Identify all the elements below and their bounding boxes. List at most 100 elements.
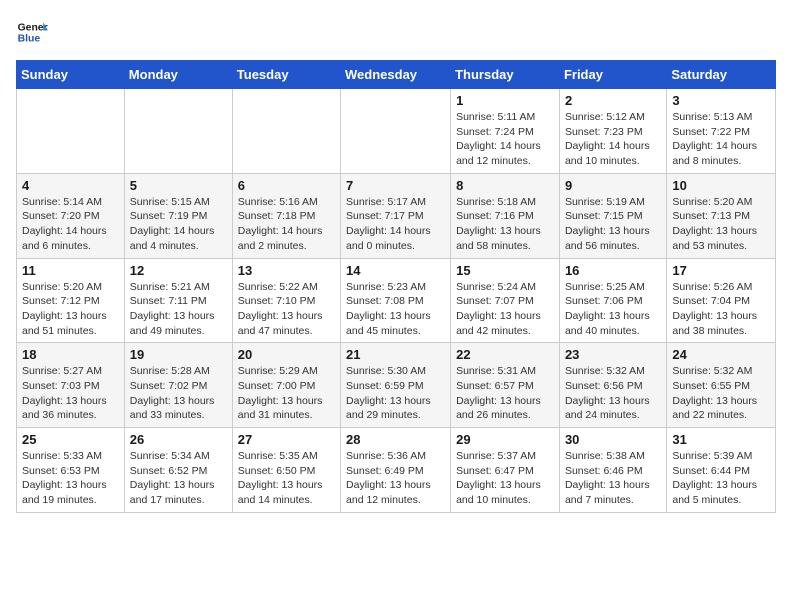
weekday-header-sunday: Sunday xyxy=(17,61,125,89)
day-number: 7 xyxy=(346,178,445,193)
day-info: Sunrise: 5:22 AM Sunset: 7:10 PM Dayligh… xyxy=(238,280,335,339)
day-number: 28 xyxy=(346,432,445,447)
logo-icon: General Blue xyxy=(16,16,48,48)
week-row-1: 1 Sunrise: 5:11 AM Sunset: 7:24 PM Daylig… xyxy=(17,89,776,174)
weekday-header-wednesday: Wednesday xyxy=(341,61,451,89)
day-number: 2 xyxy=(565,93,661,108)
day-cell: 3Sunrise: 5:13 AM Sunset: 7:22 PM Daylig… xyxy=(667,89,776,174)
day-info: Sunrise: 5:32 AM Sunset: 6:55 PM Dayligh… xyxy=(672,364,770,423)
week-row-2: 4Sunrise: 5:14 AM Sunset: 7:20 PM Daylig… xyxy=(17,173,776,258)
logo: General Blue xyxy=(16,16,52,48)
day-info: Sunrise: 5:34 AM Sunset: 6:52 PM Dayligh… xyxy=(130,449,227,508)
day-info: Sunrise: 5:23 AM Sunset: 7:08 PM Dayligh… xyxy=(346,280,445,339)
day-info: Sunrise: 5:12 AM Sunset: 7:23 PM Dayligh… xyxy=(565,110,661,169)
day-number: 11 xyxy=(22,263,119,278)
day-number: 1 xyxy=(456,93,554,108)
day-cell xyxy=(124,89,232,174)
day-cell: 28 Sunrise: 5:36 AM Sunset: 6:49 PM Dayli… xyxy=(341,428,451,513)
day-cell: 14 Sunrise: 5:23 AM Sunset: 7:08 PM Dayli… xyxy=(341,258,451,343)
day-number: 12 xyxy=(130,263,227,278)
day-number: 26 xyxy=(130,432,227,447)
day-number: 23 xyxy=(565,347,661,362)
day-cell: 25 Sunrise: 5:33 AM Sunset: 6:53 PM Dayli… xyxy=(17,428,125,513)
day-cell: 7 Sunrise: 5:17 AM Sunset: 7:17 PM Daylig… xyxy=(341,173,451,258)
day-info: Sunrise: 5:26 AM Sunset: 7:04 PM Dayligh… xyxy=(672,280,770,339)
day-number: 14 xyxy=(346,263,445,278)
day-info: Sunrise: 5:11 AM Sunset: 7:24 PM Dayligh… xyxy=(456,110,554,169)
week-row-3: 11 Sunrise: 5:20 AM Sunset: 7:12 PM Dayli… xyxy=(17,258,776,343)
day-cell: 5 Sunrise: 5:15 AM Sunset: 7:19 PM Daylig… xyxy=(124,173,232,258)
weekday-header-row: SundayMondayTuesdayWednesdayThursdayFrid… xyxy=(17,61,776,89)
day-info: Sunrise: 5:32 AM Sunset: 6:56 PM Dayligh… xyxy=(565,364,661,423)
weekday-header-thursday: Thursday xyxy=(451,61,560,89)
day-info: Sunrise: 5:28 AM Sunset: 7:02 PM Dayligh… xyxy=(130,364,227,423)
day-cell: 27 Sunrise: 5:35 AM Sunset: 6:50 PM Dayli… xyxy=(232,428,340,513)
day-info: Sunrise: 5:25 AM Sunset: 7:06 PM Dayligh… xyxy=(565,280,661,339)
day-cell: 2 Sunrise: 5:12 AM Sunset: 7:23 PM Daylig… xyxy=(559,89,666,174)
day-info: Sunrise: 5:20 AM Sunset: 7:13 PM Dayligh… xyxy=(672,195,770,254)
day-cell: 1 Sunrise: 5:11 AM Sunset: 7:24 PM Daylig… xyxy=(451,89,560,174)
week-row-4: 18 Sunrise: 5:27 AM Sunset: 7:03 PM Dayli… xyxy=(17,343,776,428)
day-number: 31 xyxy=(672,432,770,447)
day-info: Sunrise: 5:30 AM Sunset: 6:59 PM Dayligh… xyxy=(346,364,445,423)
day-info: Sunrise: 5:36 AM Sunset: 6:49 PM Dayligh… xyxy=(346,449,445,508)
day-info: Sunrise: 5:21 AM Sunset: 7:11 PM Dayligh… xyxy=(130,280,227,339)
day-number: 21 xyxy=(346,347,445,362)
page-header: General Blue xyxy=(16,16,776,48)
day-number: 9 xyxy=(565,178,661,193)
day-number: 5 xyxy=(130,178,227,193)
day-cell: 13Sunrise: 5:22 AM Sunset: 7:10 PM Dayli… xyxy=(232,258,340,343)
day-cell: 20 Sunrise: 5:29 AM Sunset: 7:00 PM Dayli… xyxy=(232,343,340,428)
weekday-header-monday: Monday xyxy=(124,61,232,89)
day-cell: 4Sunrise: 5:14 AM Sunset: 7:20 PM Daylig… xyxy=(17,173,125,258)
day-cell xyxy=(17,89,125,174)
day-number: 19 xyxy=(130,347,227,362)
day-info: Sunrise: 5:15 AM Sunset: 7:19 PM Dayligh… xyxy=(130,195,227,254)
day-cell: 31 Sunrise: 5:39 AM Sunset: 6:44 PM Dayli… xyxy=(667,428,776,513)
day-info: Sunrise: 5:14 AM Sunset: 7:20 PM Dayligh… xyxy=(22,195,119,254)
day-info: Sunrise: 5:38 AM Sunset: 6:46 PM Dayligh… xyxy=(565,449,661,508)
day-cell: 26 Sunrise: 5:34 AM Sunset: 6:52 PM Dayli… xyxy=(124,428,232,513)
day-info: Sunrise: 5:20 AM Sunset: 7:12 PM Dayligh… xyxy=(22,280,119,339)
day-number: 30 xyxy=(565,432,661,447)
day-number: 17 xyxy=(672,263,770,278)
day-info: Sunrise: 5:39 AM Sunset: 6:44 PM Dayligh… xyxy=(672,449,770,508)
day-info: Sunrise: 5:17 AM Sunset: 7:17 PM Dayligh… xyxy=(346,195,445,254)
day-cell: 16Sunrise: 5:25 AM Sunset: 7:06 PM Dayli… xyxy=(559,258,666,343)
svg-text:Blue: Blue xyxy=(18,34,41,45)
day-info: Sunrise: 5:35 AM Sunset: 6:50 PM Dayligh… xyxy=(238,449,335,508)
day-cell: 17 Sunrise: 5:26 AM Sunset: 7:04 PM Dayli… xyxy=(667,258,776,343)
day-cell: 29 Sunrise: 5:37 AM Sunset: 6:47 PM Dayli… xyxy=(451,428,560,513)
day-number: 27 xyxy=(238,432,335,447)
day-info: Sunrise: 5:33 AM Sunset: 6:53 PM Dayligh… xyxy=(22,449,119,508)
day-number: 29 xyxy=(456,432,554,447)
day-info: Sunrise: 5:37 AM Sunset: 6:47 PM Dayligh… xyxy=(456,449,554,508)
day-info: Sunrise: 5:29 AM Sunset: 7:00 PM Dayligh… xyxy=(238,364,335,423)
calendar-table: SundayMondayTuesdayWednesdayThursdayFrid… xyxy=(16,60,776,513)
day-number: 6 xyxy=(238,178,335,193)
day-cell: 21 Sunrise: 5:30 AM Sunset: 6:59 PM Dayli… xyxy=(341,343,451,428)
day-number: 22 xyxy=(456,347,554,362)
day-number: 18 xyxy=(22,347,119,362)
day-number: 10 xyxy=(672,178,770,193)
day-info: Sunrise: 5:13 AM Sunset: 7:22 PM Dayligh… xyxy=(672,110,770,169)
day-cell: 12 Sunrise: 5:21 AM Sunset: 7:11 PM Dayli… xyxy=(124,258,232,343)
day-info: Sunrise: 5:27 AM Sunset: 7:03 PM Dayligh… xyxy=(22,364,119,423)
day-cell: 19 Sunrise: 5:28 AM Sunset: 7:02 PM Dayli… xyxy=(124,343,232,428)
day-cell: 10 Sunrise: 5:20 AM Sunset: 7:13 PM Dayli… xyxy=(667,173,776,258)
day-number: 8 xyxy=(456,178,554,193)
day-number: 24 xyxy=(672,347,770,362)
day-cell: 15Sunrise: 5:24 AM Sunset: 7:07 PM Dayli… xyxy=(451,258,560,343)
day-info: Sunrise: 5:31 AM Sunset: 6:57 PM Dayligh… xyxy=(456,364,554,423)
day-number: 25 xyxy=(22,432,119,447)
day-info: Sunrise: 5:18 AM Sunset: 7:16 PM Dayligh… xyxy=(456,195,554,254)
week-row-5: 25 Sunrise: 5:33 AM Sunset: 6:53 PM Dayli… xyxy=(17,428,776,513)
day-cell xyxy=(232,89,340,174)
day-cell: 9Sunrise: 5:19 AM Sunset: 7:15 PM Daylig… xyxy=(559,173,666,258)
day-cell: 22 Sunrise: 5:31 AM Sunset: 6:57 PM Dayli… xyxy=(451,343,560,428)
weekday-header-tuesday: Tuesday xyxy=(232,61,340,89)
day-cell: 11 Sunrise: 5:20 AM Sunset: 7:12 PM Dayli… xyxy=(17,258,125,343)
weekday-header-friday: Friday xyxy=(559,61,666,89)
day-cell: 8 Sunrise: 5:18 AM Sunset: 7:16 PM Daylig… xyxy=(451,173,560,258)
day-number: 20 xyxy=(238,347,335,362)
